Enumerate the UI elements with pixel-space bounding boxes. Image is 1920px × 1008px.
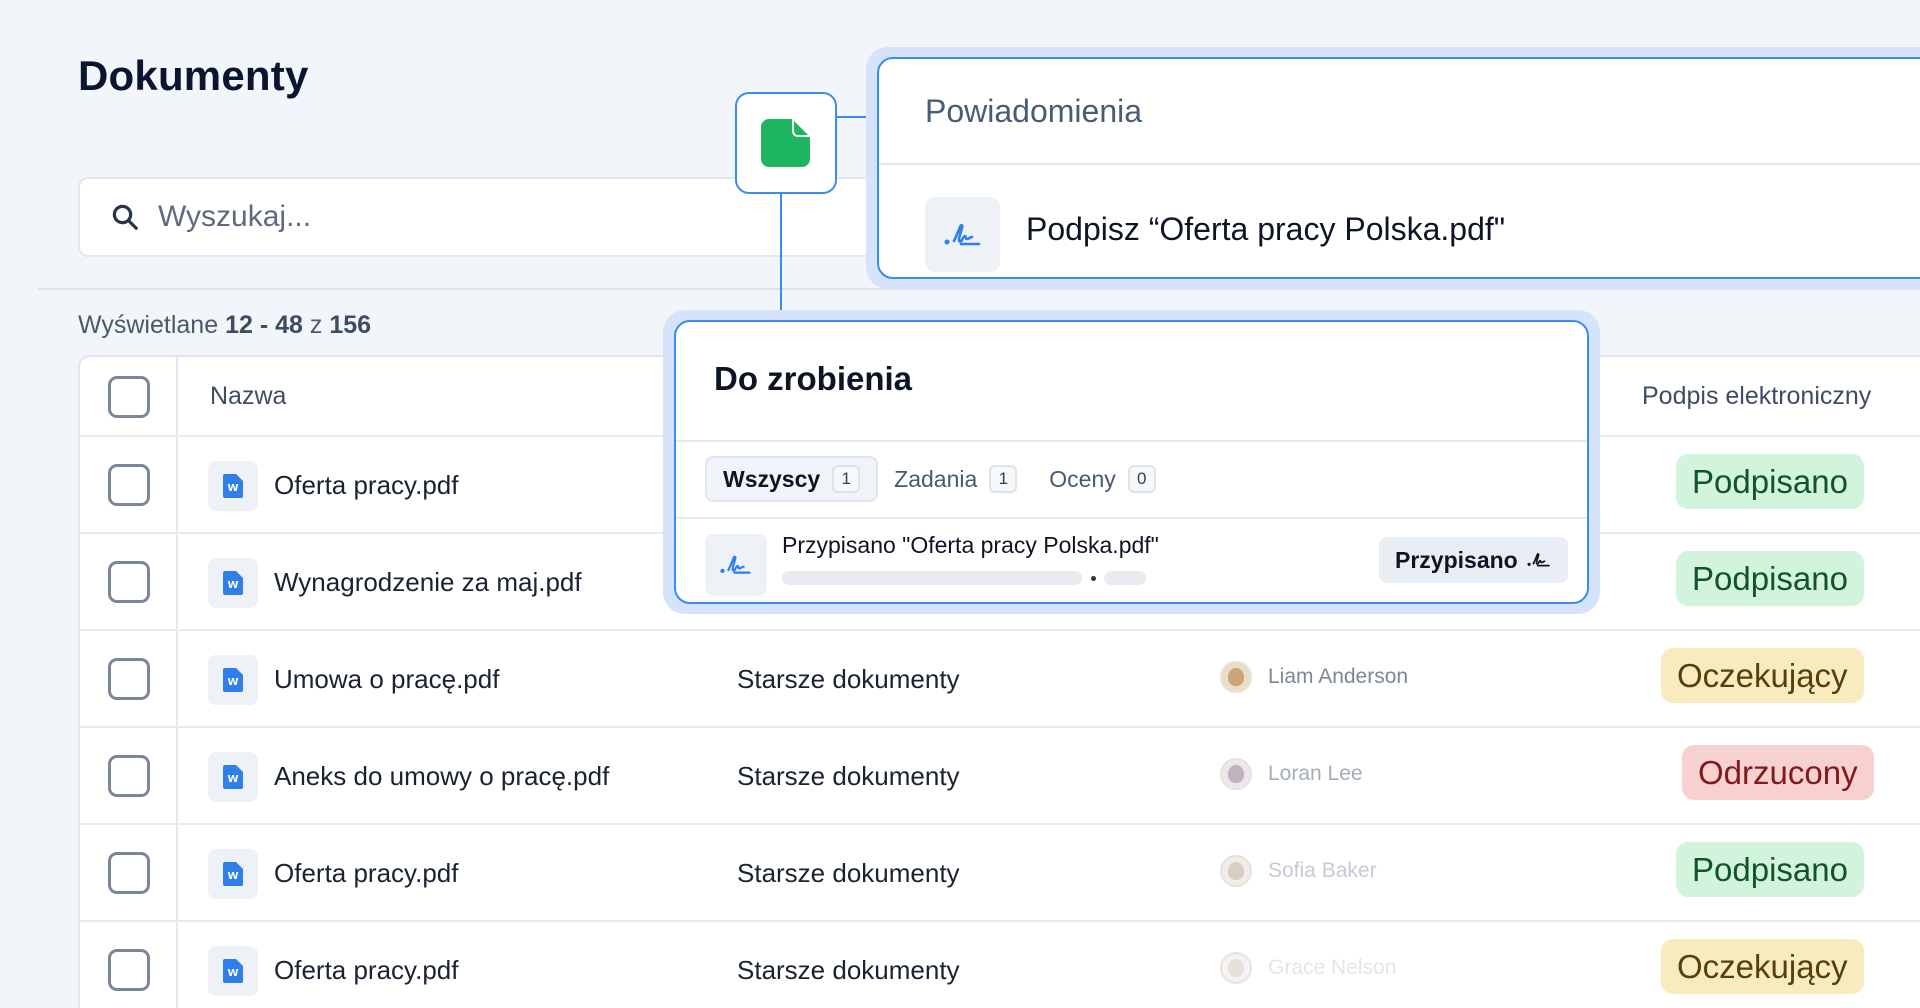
results-of: z <box>309 311 323 339</box>
assignee: Liam Anderson <box>1220 661 1408 693</box>
search-input[interactable] <box>158 200 858 234</box>
search-icon <box>112 204 138 230</box>
svg-text:W: W <box>227 580 238 591</box>
row-checkbox[interactable] <box>108 464 150 506</box>
row-checkbox[interactable] <box>108 852 150 894</box>
task-status-label: Przypisano <box>1395 546 1518 573</box>
avatar <box>1220 661 1252 693</box>
svg-text:W: W <box>227 871 238 882</box>
search-box[interactable] <box>78 177 978 257</box>
column-header-signature[interactable]: Podpis elektroniczny <box>1642 382 1871 411</box>
file-name[interactable]: Wynagrodzenie za maj.pdf <box>274 567 582 598</box>
assignee-name: Sofia Baker <box>1268 859 1377 882</box>
avatar <box>1220 952 1252 984</box>
folder-name: Starsze dokumenty <box>737 955 960 985</box>
connector-line <box>780 194 782 319</box>
row-checkbox[interactable] <box>108 949 150 991</box>
assignee-name: Loran Lee <box>1268 762 1363 785</box>
results-count: Wyświetlane 12 - 48 z 156 <box>78 311 371 340</box>
document-icon <box>761 119 810 167</box>
status-badge: Oczekujący <box>1661 648 1864 703</box>
tab-label: Zadania <box>894 465 978 492</box>
tab-all[interactable]: Wszyscy 1 <box>705 456 879 502</box>
notification-message[interactable]: Podpisz “Oferta pracy Polska.pdf" <box>1026 211 1505 248</box>
divider <box>879 163 1920 165</box>
file-name[interactable]: Umowa o pracę.pdf <box>274 664 499 695</box>
svg-text:W: W <box>227 774 238 785</box>
document-icon-card[interactable] <box>735 92 837 194</box>
tab-label: Wszyscy <box>723 465 821 492</box>
row-checkbox[interactable] <box>108 658 150 700</box>
avatar <box>1220 758 1252 790</box>
svg-text:W: W <box>227 483 238 494</box>
file-name[interactable]: Oferta pracy.pdf <box>274 858 459 889</box>
todo-tabs: Wszyscy 1 Zadania 1 Oceny 0 <box>705 456 1172 502</box>
todo-title: Do zrobienia <box>714 360 913 397</box>
assignee-name: Liam Anderson <box>1268 665 1409 688</box>
word-file-icon: W <box>208 849 258 899</box>
table-row[interactable]: W Umowa o pracę.pdf Starsze dokumenty Li… <box>80 631 1920 728</box>
status-badge: Podpisano <box>1676 454 1864 509</box>
notifications-panel: Powiadomienia Podpisz “Oferta pracy Pols… <box>866 47 1920 289</box>
status-badge: Podpisano <box>1676 551 1864 606</box>
status-badge: Oczekujący <box>1661 939 1864 994</box>
status-badge: Odrzucony <box>1682 745 1874 800</box>
tab-reviews[interactable]: Oceny 0 <box>1033 456 1171 502</box>
column-header-name[interactable]: Nazwa <box>210 382 286 411</box>
table-row[interactable]: W Oferta pracy.pdf Starsze dokumenty Sof… <box>80 825 1920 922</box>
tab-label: Oceny <box>1049 465 1116 492</box>
word-file-icon: W <box>208 558 258 608</box>
assignee: Grace Nelson <box>1220 952 1396 984</box>
folder-name: Starsze dokumenty <box>737 858 960 888</box>
notifications-title: Powiadomienia <box>925 93 1143 129</box>
folder-name: Starsze dokumenty <box>737 664 960 694</box>
status-badge: Podpisano <box>1676 842 1864 897</box>
tab-tasks[interactable]: Zadania 1 <box>878 456 1033 502</box>
table-row[interactable]: W Aneks do umowy o pracę.pdf Starsze dok… <box>80 728 1920 825</box>
signature-icon <box>1527 553 1550 567</box>
assignee-name: Grace Nelson <box>1268 956 1397 979</box>
task-title[interactable]: Przypisano "Oferta pracy Polska.pdf" <box>782 532 1159 559</box>
select-all-checkbox[interactable] <box>108 376 150 418</box>
avatar <box>1220 855 1252 887</box>
results-total: 156 <box>329 311 372 339</box>
table-row[interactable]: W Oferta pracy.pdf Starsze dokumenty Gra… <box>80 922 1920 1008</box>
folder-name: Starsze dokumenty <box>737 761 960 791</box>
signature-icon <box>925 197 1000 272</box>
tab-count: 1 <box>989 465 1018 493</box>
signature-icon <box>705 534 767 596</box>
task-status-badge[interactable]: Przypisano <box>1379 537 1568 583</box>
assignee: Sofia Baker <box>1220 855 1377 887</box>
assignee: Loran Lee <box>1220 758 1363 790</box>
results-prefix: Wyświetlane <box>78 311 219 339</box>
todo-panel: Do zrobienia Wszyscy 1 Zadania 1 Oceny 0 <box>663 310 1600 614</box>
row-checkbox[interactable] <box>108 561 150 603</box>
file-name[interactable]: Oferta pracy.pdf <box>274 470 459 501</box>
svg-text:W: W <box>227 677 238 688</box>
word-file-icon: W <box>208 946 258 996</box>
divider <box>676 517 1587 519</box>
placeholder-bar <box>782 571 1082 585</box>
file-name[interactable]: Oferta pracy.pdf <box>274 955 459 986</box>
tab-count: 1 <box>832 465 861 493</box>
page-title: Dokumenty <box>78 52 309 99</box>
word-file-icon: W <box>208 752 258 802</box>
file-name[interactable]: Aneks do umowy o pracę.pdf <box>274 761 609 792</box>
word-file-icon: W <box>208 461 258 511</box>
row-checkbox[interactable] <box>108 755 150 797</box>
separator-dot <box>1091 576 1096 581</box>
divider <box>676 440 1587 442</box>
tab-count: 0 <box>1127 465 1156 493</box>
word-file-icon: W <box>208 655 258 705</box>
results-range: 12 - 48 <box>225 311 303 339</box>
placeholder-bar <box>1104 571 1146 585</box>
svg-text:W: W <box>227 968 238 979</box>
